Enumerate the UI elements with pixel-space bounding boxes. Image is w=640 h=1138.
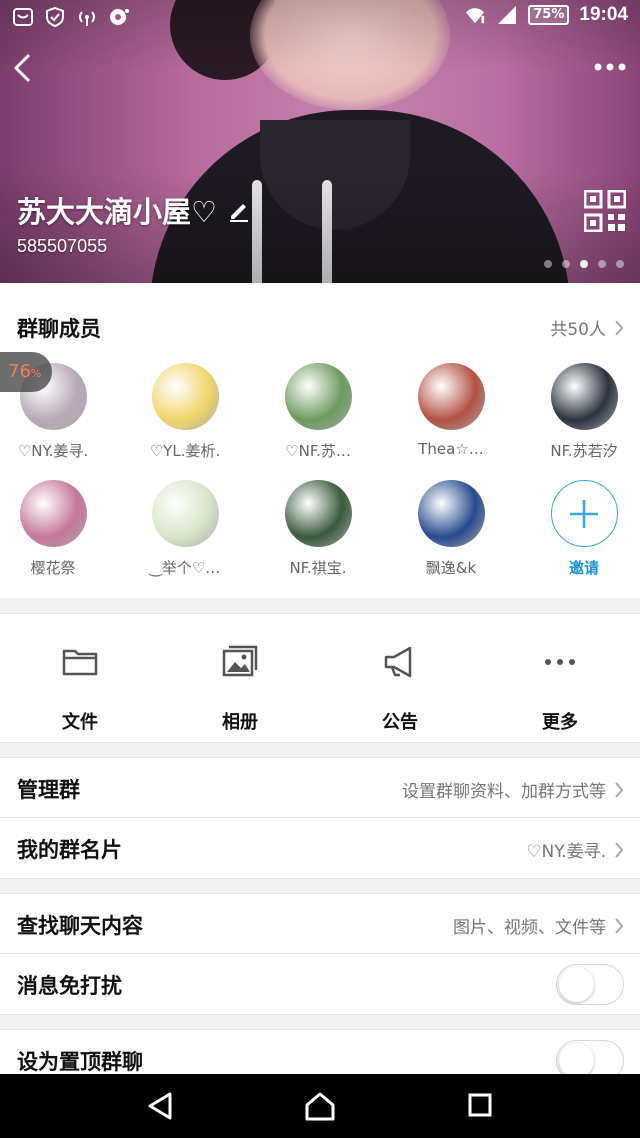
more-options-button[interactable] (590, 52, 630, 82)
group-name: 苏大大滴小屋♡ (17, 189, 251, 231)
invite-label: 邀请 (568, 559, 599, 577)
carousel-dot (544, 260, 552, 268)
mute-row: 消息免打扰 (0, 954, 640, 1015)
search-chat-value: 图片、视频、文件等 (453, 918, 606, 938)
signal-icon (498, 6, 517, 24)
member-name: NF.苏若汐 (550, 442, 618, 460)
shield-icon (46, 6, 64, 28)
manage-group-row[interactable]: 管理群 设置群聊资料、加群方式等 (0, 757, 640, 818)
group-card-row[interactable]: 我的群名片 ♡NY.姜寻. (0, 818, 640, 879)
action-more[interactable]: 更多 (480, 642, 640, 734)
member-count: 共50人 (550, 320, 606, 340)
avatar (417, 363, 485, 430)
action-label: 公告 (382, 712, 418, 733)
nav-home-icon[interactable] (302, 1090, 338, 1122)
pin-label: 设为置顶群聊 (17, 1050, 143, 1074)
pin-row: 设为置顶群聊 (0, 1029, 640, 1074)
chevron-right-icon (615, 319, 624, 336)
member-name: Thea☆… (418, 440, 484, 458)
battery-indicator: 75% (528, 5, 570, 25)
member-item[interactable]: ♡YL.姜析. (119, 363, 251, 461)
album-icon (222, 645, 258, 677)
qr-code-icon[interactable] (584, 190, 626, 232)
edit-icon[interactable] (227, 198, 251, 222)
progress-badge-value: 76 (8, 361, 31, 382)
chevron-right-icon (615, 917, 624, 934)
action-files[interactable]: 文件 (0, 642, 160, 734)
search-chat-label: 查找聊天内容 (17, 914, 143, 938)
member-name: NF.祺宝. (289, 559, 347, 577)
plus-icon (550, 480, 618, 547)
clock: 19:04 (579, 4, 628, 25)
carousel-dot-active (580, 260, 588, 268)
members-section: 群聊成员 共50人 ♡NY.姜寻. ♡YL.姜析. ♡NF.苏… Thea☆… NF.苏… (0, 283, 640, 598)
member-item[interactable]: 飘逸&k (385, 480, 517, 578)
member-item[interactable]: 樱花祭 (0, 480, 119, 578)
more-icon (545, 659, 575, 665)
member-item[interactable]: ♡NF.苏… (252, 363, 384, 461)
avatar (151, 480, 219, 547)
avatar (19, 480, 87, 547)
wifi-icon (466, 8, 485, 24)
group-card-value: ♡NY.姜寻. (526, 842, 606, 862)
hotspot-icon (79, 11, 95, 26)
manage-group-value: 设置群聊资料、加群方式等 (402, 782, 606, 802)
avatar (550, 363, 618, 430)
member-name: 樱花祭 (30, 559, 76, 577)
chevron-right-icon (615, 781, 624, 798)
nav-back-icon[interactable] (142, 1090, 178, 1122)
pin-toggle[interactable] (556, 1040, 624, 1074)
avatar (417, 480, 485, 547)
member-name: ‿举个♡… (149, 559, 221, 577)
group-name-text: 苏大大滴小屋♡ (17, 195, 217, 229)
action-label: 相册 (222, 712, 258, 733)
group-card-label: 我的群名片 (17, 838, 122, 862)
chevron-right-icon (615, 841, 624, 858)
member-item[interactable]: NF.祺宝. (252, 480, 384, 578)
member-item[interactable]: ‿举个♡… (119, 480, 251, 578)
members-title: 群聊成员 (17, 317, 101, 341)
avatar (151, 363, 219, 430)
action-album[interactable]: 相册 (160, 642, 320, 734)
carousel-dot (616, 260, 624, 268)
carousel-dot (562, 260, 570, 268)
mail-icon (13, 8, 33, 26)
carousel-dots (544, 260, 624, 268)
music-icon (110, 9, 129, 25)
member-name: ♡NF.苏… (285, 442, 351, 460)
search-chat-row[interactable]: 查找聊天内容 图片、视频、文件等 (0, 893, 640, 954)
member-name: 飘逸&k (425, 559, 477, 577)
quick-actions: 文件 相册 公告 更多 (0, 613, 640, 743)
manage-group-label: 管理群 (17, 778, 80, 802)
system-nav-bar (0, 1074, 640, 1138)
member-count-link[interactable]: 共50人 (550, 315, 624, 340)
status-bar: 75% 19:04 (0, 0, 640, 36)
member-name: ♡YL.姜析. (149, 442, 221, 460)
member-item[interactable]: NF.苏若汐 (518, 363, 640, 461)
action-label: 更多 (542, 712, 578, 733)
mute-label: 消息免打扰 (17, 974, 122, 998)
member-item[interactable]: Thea☆… (385, 363, 517, 458)
action-label: 文件 (62, 712, 98, 733)
group-id: 585507055 (17, 236, 108, 256)
folder-icon (62, 649, 98, 676)
progress-badge[interactable]: 76% (0, 352, 52, 392)
megaphone-icon (384, 646, 412, 678)
nav-recents-icon[interactable] (462, 1090, 498, 1122)
back-button[interactable] (6, 48, 38, 88)
invite-button[interactable]: 邀请 (518, 480, 640, 578)
avatar (284, 480, 352, 547)
progress-badge-unit: % (30, 367, 42, 380)
carousel-dot (598, 260, 606, 268)
avatar (284, 363, 352, 430)
member-name: ♡NY.姜寻. (17, 442, 89, 460)
mute-toggle[interactable] (556, 964, 624, 1005)
action-announcement[interactable]: 公告 (320, 642, 480, 734)
